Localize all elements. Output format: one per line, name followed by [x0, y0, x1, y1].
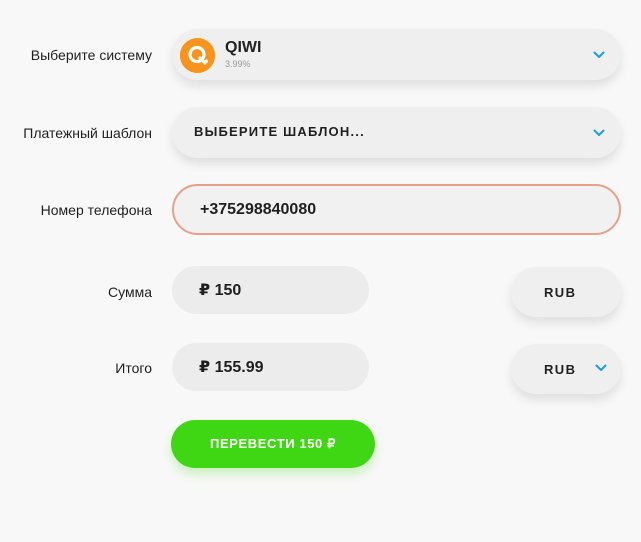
amount-label: Сумма — [108, 284, 152, 300]
transfer-form: Выберите систему QIWI 3.99% Платежный ша… — [0, 0, 641, 542]
phone-label: Номер телефона — [40, 202, 152, 218]
total-label: Итого — [115, 360, 152, 376]
chevron-down-icon — [593, 129, 605, 137]
amount-currency: RUB — [544, 285, 577, 300]
template-label: Платежный шаблон — [23, 125, 152, 141]
total-currency-select[interactable]: RUB — [511, 344, 621, 394]
amount-currency-select[interactable]: RUB — [511, 267, 621, 317]
total-value: ₽ 155.99 — [199, 359, 264, 376]
qiwi-logo-icon — [180, 38, 215, 73]
transfer-submit-button[interactable]: ПЕРЕВЕСТИ 150 ₽ — [171, 420, 375, 468]
system-select[interactable]: QIWI 3.99% — [172, 29, 621, 80]
total-field: ₽ 155.99 — [172, 343, 369, 391]
total-currency: RUB — [544, 362, 577, 377]
system-name: QIWI — [225, 39, 262, 56]
chevron-down-icon — [593, 51, 605, 59]
amount-input[interactable]: ₽ 150 — [172, 266, 369, 314]
amount-value: ₽ 150 — [199, 282, 242, 299]
template-select[interactable]: ВЫБЕРИТЕ ШАБЛОН... — [172, 107, 621, 158]
template-placeholder: ВЫБЕРИТЕ ШАБЛОН... — [194, 124, 365, 139]
phone-input[interactable] — [172, 184, 621, 235]
system-label: Выберите систему — [30, 47, 152, 63]
chevron-down-icon — [595, 364, 607, 372]
system-fee: 3.99% — [225, 59, 251, 69]
